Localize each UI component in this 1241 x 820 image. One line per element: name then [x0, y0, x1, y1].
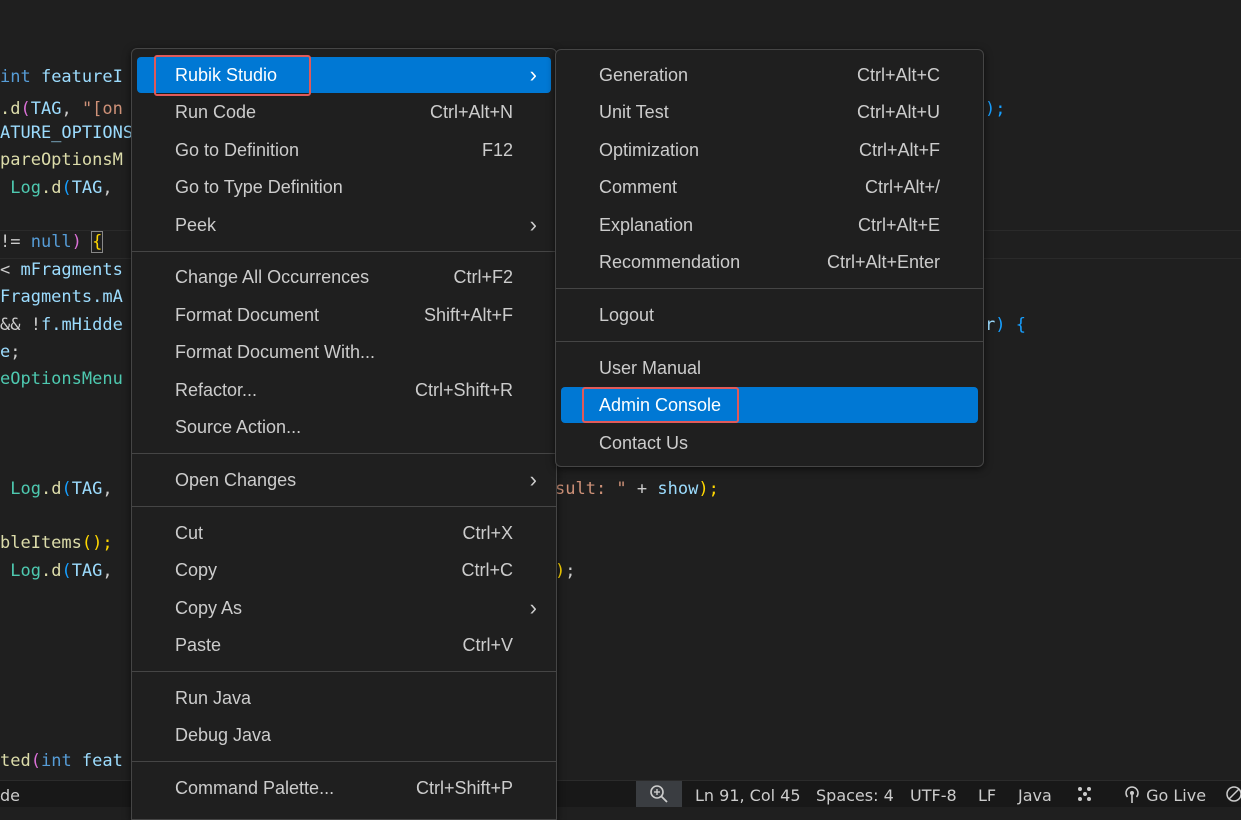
code-line: Log.d(TAG, — [0, 178, 113, 198]
menu-separator — [132, 761, 556, 762]
zoom-button[interactable] — [636, 781, 682, 807]
menu-item-copy-as[interactable]: Copy As › — [137, 590, 551, 626]
code-line: Fragments.mA — [0, 287, 123, 307]
menu-item-format-document-with[interactable]: Format Document With... — [137, 334, 551, 370]
menu-item-paste[interactable]: Paste Ctrl+V — [137, 627, 551, 663]
menu-item-open-changes[interactable]: Open Changes › — [137, 462, 551, 498]
code-line: ATURE_OPTIONS — [0, 123, 134, 143]
status-left-text[interactable]: de — [0, 781, 20, 807]
menu-item-source-action[interactable]: Source Action... — [137, 409, 551, 445]
submenu-item-admin-console[interactable]: Admin Console — [561, 387, 978, 423]
code-line: < mFragments — [0, 260, 123, 280]
menu-separator — [132, 453, 556, 454]
code-line: e; — [0, 342, 21, 362]
menu-separator — [132, 251, 556, 252]
java-tools-button[interactable] — [1076, 781, 1098, 807]
code-line: (.d(TAG, "[on — [0, 99, 123, 119]
line-ending[interactable]: LF — [978, 781, 996, 807]
chevron-right-icon: › — [529, 62, 537, 87]
code-line-tail: r) { — [985, 315, 1026, 335]
chevron-right-icon: › — [529, 595, 537, 620]
code-line: ted(int feat — [0, 751, 123, 771]
editor-context-menu: Rubik Studio › Run Code Ctrl+Alt+N Go to… — [131, 48, 557, 820]
menu-item-cut[interactable]: Cut Ctrl+X — [137, 515, 551, 551]
rubik-studio-submenu: Generation Ctrl+Alt+C Unit Test Ctrl+Alt… — [555, 49, 984, 467]
code-line: && !f.mHidde — [0, 315, 123, 335]
menu-separator — [556, 288, 983, 289]
menu-item-debug-java[interactable]: Debug Java — [137, 717, 551, 753]
menu-item-run-code[interactable]: Run Code Ctrl+Alt+N — [137, 94, 551, 130]
java-tools-icon — [1078, 787, 1091, 801]
submenu-item-optimization[interactable]: Optimization Ctrl+Alt+F — [561, 132, 978, 168]
language-mode[interactable]: Java — [1018, 781, 1052, 807]
menu-item-format-document[interactable]: Format Document Shift+Alt+F — [137, 297, 551, 333]
zoom-in-icon — [650, 785, 668, 803]
code-line: Log.d(TAG, — [0, 479, 113, 499]
menu-separator — [132, 671, 556, 672]
menu-item-peek[interactable]: Peek › — [137, 207, 551, 243]
broadcast-icon — [1125, 786, 1139, 803]
submenu-item-recommendation[interactable]: Recommendation Ctrl+Alt+Enter — [561, 244, 978, 280]
submenu-item-user-manual[interactable]: User Manual — [561, 350, 978, 386]
submenu-item-logout[interactable]: Logout — [561, 297, 978, 333]
submenu-item-unit-test[interactable]: Unit Test Ctrl+Alt+U — [561, 94, 978, 130]
submenu-item-explanation[interactable]: Explanation Ctrl+Alt+E — [561, 207, 978, 243]
menu-item-copy[interactable]: Copy Ctrl+C — [137, 552, 551, 588]
menu-item-change-all-occurrences[interactable]: Change All Occurrences Ctrl+F2 — [137, 259, 551, 295]
notifications-button[interactable] — [1225, 781, 1241, 807]
menu-item-refactor[interactable]: Refactor... Ctrl+Shift+R — [137, 372, 551, 408]
code-line: int featureI — [0, 67, 123, 87]
go-live-label: Go Live — [1146, 786, 1207, 805]
cursor-position[interactable]: Ln 91, Col 45 — [695, 781, 801, 807]
menu-item-go-to-definition[interactable]: Go to Definition F12 — [137, 132, 551, 168]
code-line-tail: ); — [555, 561, 576, 581]
code-line: != null) { — [0, 231, 104, 253]
code-line: bleItems(); — [0, 533, 113, 553]
submenu-item-comment[interactable]: Comment Ctrl+Alt+/ — [561, 169, 978, 205]
code-line: pareOptionsM — [0, 150, 123, 170]
menu-item-go-to-type-definition[interactable]: Go to Type Definition — [137, 169, 551, 205]
indentation[interactable]: Spaces: 4 — [816, 781, 894, 807]
submenu-item-generation[interactable]: Generation Ctrl+Alt+C — [561, 57, 978, 93]
chevron-right-icon: › — [529, 467, 537, 492]
code-line: eOptionsMenu — [0, 369, 123, 389]
menu-separator — [556, 341, 983, 342]
go-live-button[interactable]: Go Live — [1123, 781, 1206, 807]
menu-item-command-palette[interactable]: Command Palette... Ctrl+Shift+P — [137, 770, 551, 806]
menu-item-run-java[interactable]: Run Java — [137, 680, 551, 716]
code-line-tail: sult: " + show); — [555, 479, 719, 499]
menu-item-rubik-studio[interactable]: Rubik Studio › — [137, 57, 551, 93]
chevron-right-icon: › — [529, 212, 537, 237]
code-line: Log.d(TAG, — [0, 561, 113, 581]
submenu-item-contact-us[interactable]: Contact Us — [561, 425, 978, 461]
menu-separator — [132, 506, 556, 507]
code-line-tail: ); — [985, 99, 1006, 119]
encoding[interactable]: UTF-8 — [910, 781, 957, 807]
no-bell-icon — [1226, 786, 1241, 802]
